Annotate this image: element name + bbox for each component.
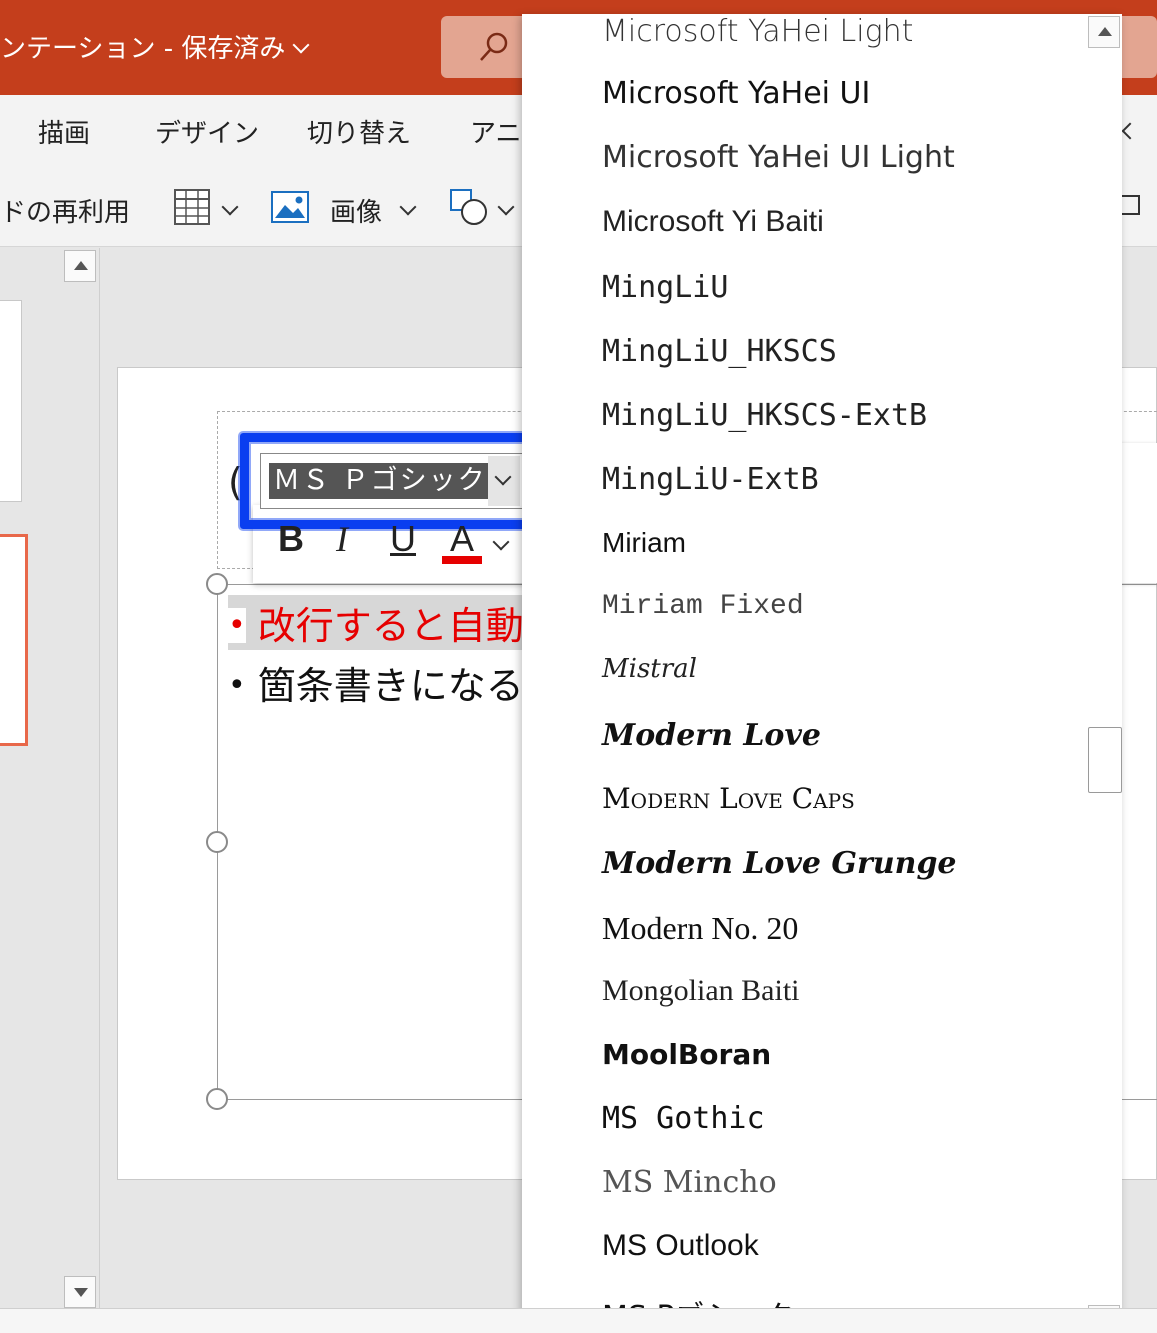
arrow-up-icon [74, 261, 88, 270]
font-list-scroll-thumb[interactable] [1088, 727, 1122, 793]
font-option[interactable]: Modern Love Caps [602, 782, 855, 815]
arrow-down-icon [74, 1288, 88, 1297]
search-icon [480, 32, 508, 61]
arrow-up-icon [1098, 27, 1112, 36]
font-option[interactable]: MoolBoran [602, 1038, 771, 1071]
status-strip [0, 1308, 1157, 1333]
resize-handle[interactable] [206, 831, 228, 853]
font-option[interactable]: Miriam [602, 527, 686, 559]
bullet-item[interactable]: • 改行すると自動 [228, 595, 544, 650]
bullet-icon: • [228, 608, 246, 643]
font-option[interactable]: Microsoft Yi Baiti [602, 205, 824, 239]
slide-thumbnail[interactable] [0, 300, 22, 502]
font-option[interactable]: Modern Love Grunge [602, 846, 957, 881]
bullet-text: 改行すると自動 [257, 604, 524, 648]
font-option[interactable]: MingLiU [602, 270, 728, 305]
insert-image-button[interactable]: 画像 [330, 192, 382, 229]
resize-handle[interactable] [206, 573, 228, 595]
font-list-scrollbar[interactable] [1088, 16, 1122, 1333]
font-option[interactable]: Modern No. 20 [602, 910, 798, 947]
font-option[interactable]: MingLiU_HKSCS-ExtB [602, 398, 927, 433]
font-option[interactable]: Modern Love [602, 718, 821, 753]
font-option[interactable]: Miriam Fixed [602, 591, 804, 622]
italic-button[interactable]: I [336, 518, 348, 560]
font-option[interactable]: Microsoft YaHei UI Light [602, 140, 955, 175]
tab-transitions[interactable]: 切り替え [307, 113, 411, 150]
font-option[interactable]: Mistral [602, 654, 697, 684]
scroll-down-button[interactable] [64, 1276, 96, 1308]
underline-button[interactable]: U [390, 518, 416, 560]
font-option[interactable]: MingLiU_HKSCS [602, 334, 837, 369]
shapes-icon[interactable] [450, 189, 490, 227]
font-dropdown-list[interactable]: Microsoft YaHei Light Microsoft YaHei UI… [522, 14, 1122, 1333]
font-list-scroll-up-button[interactable] [1088, 16, 1120, 48]
more-tools-icon[interactable] [1122, 195, 1140, 215]
chevron-down-icon [292, 36, 310, 54]
font-color-swatch [442, 556, 482, 564]
annotation-highlight [240, 433, 544, 529]
chevron-down-icon[interactable] [399, 198, 417, 216]
picture-icon[interactable] [271, 191, 309, 223]
font-color-button[interactable]: A [450, 518, 474, 560]
scroll-up-button[interactable] [64, 250, 96, 282]
reuse-slides-button[interactable]: ドの再利用 [0, 192, 130, 229]
table-icon[interactable] [174, 189, 210, 225]
font-option[interactable]: MingLiU-ExtB [602, 462, 819, 497]
chevron-down-icon[interactable] [221, 198, 239, 216]
bullet-icon: • [228, 668, 246, 703]
bullet-item[interactable]: • 箇条書きになる [228, 655, 524, 710]
document-title-text: ンテーション - 保存済み [0, 34, 286, 64]
font-option[interactable]: MS Gothic [602, 1101, 765, 1136]
side-panel [1118, 443, 1157, 583]
document-title[interactable]: ンテーション - 保存済み [0, 28, 310, 65]
font-option[interactable]: Microsoft YaHei UI [602, 76, 870, 111]
slide-thumbnail-pane [0, 248, 100, 1308]
slide-thumbnail-selected[interactable] [0, 534, 28, 746]
bullet-text: 箇条書きになる [257, 664, 524, 708]
tab-draw[interactable]: 描画 [38, 113, 90, 150]
chevron-left-icon[interactable] [1121, 122, 1139, 140]
bold-button[interactable]: B [278, 518, 304, 560]
resize-handle[interactable] [206, 1088, 228, 1110]
chevron-down-icon[interactable] [497, 198, 515, 216]
font-option[interactable]: MS Outlook [602, 1229, 759, 1263]
font-option[interactable]: MS Mincho [602, 1165, 777, 1200]
font-option[interactable]: Microsoft YaHei Light [602, 14, 913, 49]
tab-design[interactable]: デザイン [155, 113, 259, 150]
font-option[interactable]: Mongolian Baiti [602, 974, 800, 1008]
